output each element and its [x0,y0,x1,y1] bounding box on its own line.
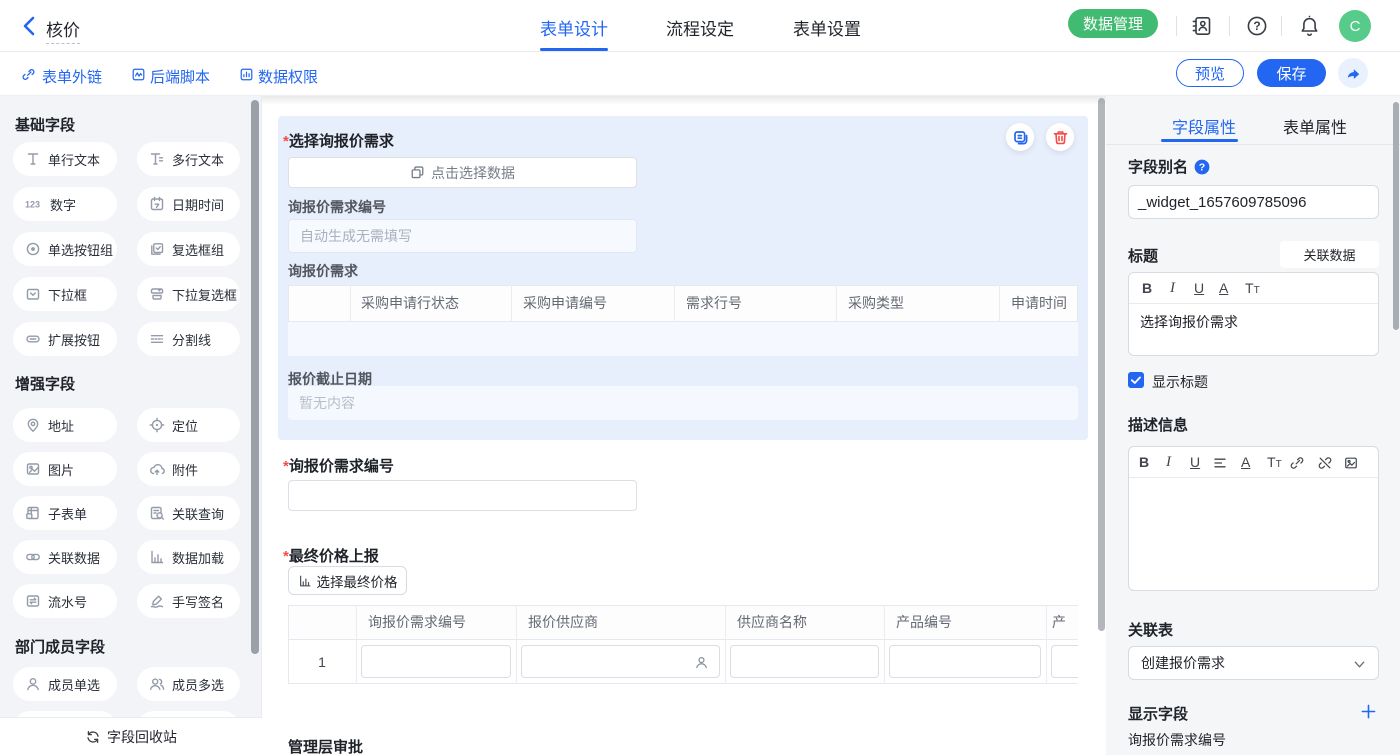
svg-text:?: ? [1199,162,1205,174]
svg-text:?: ? [1253,19,1260,33]
svg-text:123: 123 [25,200,40,210]
